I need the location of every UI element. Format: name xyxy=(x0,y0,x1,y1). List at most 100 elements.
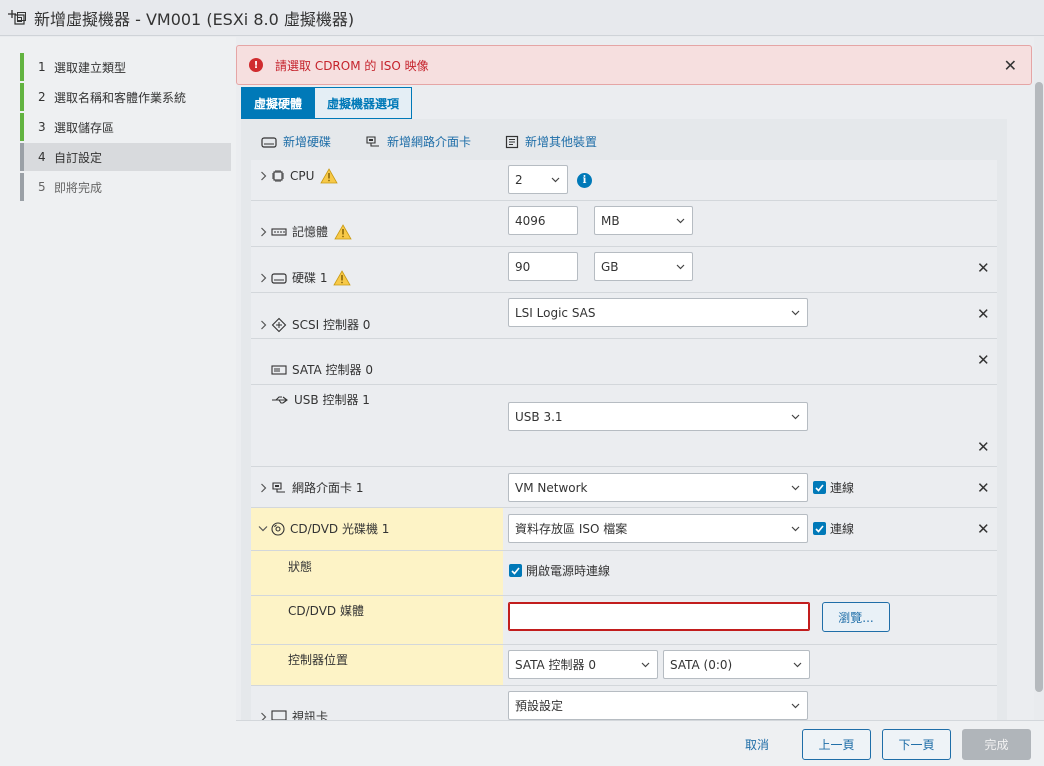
cpu-select[interactable]: 2 xyxy=(508,165,568,194)
finish-button: 完成 xyxy=(962,729,1031,760)
chevron-down-icon xyxy=(791,410,800,424)
remove-usb-icon[interactable]: ✕ xyxy=(977,438,990,456)
disk-size-input[interactable]: 90 xyxy=(508,252,578,281)
chevron-down-icon xyxy=(791,306,800,320)
remove-sata-icon[interactable]: ✕ xyxy=(977,351,990,369)
remove-nic-icon[interactable]: ✕ xyxy=(977,479,990,497)
add-vm-icon xyxy=(6,8,28,28)
disk-unit-value: GB xyxy=(601,259,619,274)
tab-bar: 虛擬硬體 虛擬機器選項 xyxy=(241,87,413,119)
device-icon xyxy=(505,135,519,149)
row-cdrom-status: 狀態 開啟電源時連線 xyxy=(251,551,997,596)
cdrom-connect-label: 連線 xyxy=(830,522,855,536)
checkmark-icon xyxy=(813,522,826,535)
nic-connect-checkbox[interactable]: 連線 xyxy=(813,479,854,496)
chevron-right-icon[interactable] xyxy=(257,227,269,237)
usb-icon xyxy=(271,395,289,405)
video-settings-value: 預設設定 xyxy=(515,699,564,713)
power-on-connect-checkbox[interactable]: 開啟電源時連線 xyxy=(509,562,610,579)
title-bar: 新增虛擬機器 - VM001 (ESXi 8.0 虛擬機器) xyxy=(0,0,1044,36)
cdrom-label: CD/DVD 光碟機 1 xyxy=(290,522,390,536)
step-3[interactable]: 3 選取儲存區 xyxy=(20,113,231,141)
chevron-right-icon[interactable] xyxy=(257,171,269,181)
add-nic-button[interactable]: 新增網路介面卡 xyxy=(365,133,471,150)
row-disk: 硬碟 1 90 GB ✕ xyxy=(251,247,997,293)
step-number: 4 xyxy=(38,150,46,164)
chevron-down-icon xyxy=(676,260,685,274)
row-cpu: CPU 2 i xyxy=(251,160,997,201)
next-button[interactable]: 下一頁 xyxy=(882,729,951,760)
add-other-device-button[interactable]: 新增其他裝置 xyxy=(505,133,597,150)
usb-type-select[interactable]: USB 3.1 xyxy=(508,402,808,431)
memory-unit-select[interactable]: MB xyxy=(594,206,693,235)
checkmark-icon xyxy=(813,481,826,494)
row-cdrom: CD/DVD 光碟機 1 資料存放區 ISO 檔案 連線 ✕ xyxy=(251,508,997,551)
chevron-down-icon[interactable] xyxy=(257,525,269,532)
cancel-button[interactable]: 取消 xyxy=(730,729,784,760)
power-on-connect-label: 開啟電源時連線 xyxy=(526,564,611,578)
nic-connect-label: 連線 xyxy=(830,481,855,495)
remove-cdrom-icon[interactable]: ✕ xyxy=(977,520,990,538)
remove-scsi-icon[interactable]: ✕ xyxy=(977,305,990,323)
memory-unit-value: MB xyxy=(601,213,620,228)
chevron-right-icon[interactable] xyxy=(257,320,269,330)
cd-slot-select[interactable]: SATA (0:0) xyxy=(663,650,810,679)
error-icon: ! xyxy=(249,58,263,72)
step-5: 5 即將完成 xyxy=(20,173,231,201)
chevron-down-icon xyxy=(791,481,800,495)
scrollbar-thumb[interactable] xyxy=(1035,82,1043,692)
hardware-content: 新增硬碟 新增網路介面卡 新增其他裝置 CPU 2 i 記憶體 4096 MB … xyxy=(241,119,1007,720)
step-label: 選取名稱和客體作業系統 xyxy=(54,90,187,105)
row-memory: 記憶體 4096 MB xyxy=(251,201,997,247)
chevron-down-icon xyxy=(791,522,800,536)
window-title: 新增虛擬機器 - VM001 (ESXi 8.0 虛擬機器) xyxy=(34,9,355,29)
row-cdrom-controller: 控制器位置 SATA 控制器 0 SATA (0:0) xyxy=(251,645,997,686)
step-number: 3 xyxy=(38,120,46,134)
memory-input[interactable]: 4096 xyxy=(508,206,578,235)
disk-label: 硬碟 1 xyxy=(292,271,328,285)
info-icon[interactable]: i xyxy=(577,173,592,188)
cdrom-type-select[interactable]: 資料存放區 ISO 檔案 xyxy=(508,514,808,543)
back-button[interactable]: 上一頁 xyxy=(802,729,871,760)
video-label: 視訊卡 xyxy=(292,710,329,720)
scsi-type-select[interactable]: LSI Logic SAS xyxy=(508,298,808,327)
tab-vm-options[interactable]: 虛擬機器選項 xyxy=(314,87,413,119)
cd-media-input[interactable] xyxy=(508,602,810,631)
memory-label: 記憶體 xyxy=(292,225,329,239)
chevron-down-icon xyxy=(641,658,650,672)
network-select[interactable]: VM Network xyxy=(508,473,808,502)
add-disk-button[interactable]: 新增硬碟 xyxy=(261,133,331,150)
row-nic: 網路介面卡 1 VM Network 連線 ✕ xyxy=(251,467,997,508)
media-label: CD/DVD 媒體 xyxy=(288,604,364,618)
chevron-right-icon[interactable] xyxy=(257,483,269,493)
step-2[interactable]: 2 選取名稱和客體作業系統 xyxy=(20,83,231,111)
step-number: 5 xyxy=(38,180,46,194)
cpu-icon xyxy=(271,169,285,183)
video-settings-select[interactable]: 預設設定 xyxy=(508,691,808,720)
network-value: VM Network xyxy=(515,480,588,495)
alert-close-icon[interactable]: ✕ xyxy=(1004,56,1017,75)
chevron-right-icon[interactable] xyxy=(257,712,269,720)
step-label: 即將完成 xyxy=(54,180,103,195)
disk-unit-select[interactable]: GB xyxy=(594,252,693,281)
tab-virtual-hardware[interactable]: 虛擬硬體 xyxy=(241,87,316,119)
disk-icon xyxy=(271,272,287,284)
chevron-down-icon xyxy=(551,173,560,187)
memory-icon xyxy=(271,227,287,237)
step-label: 選取儲存區 xyxy=(54,120,115,135)
add-disk-label: 新增硬碟 xyxy=(283,135,332,149)
main-panel: ! 請選取 CDROM 的 ISO 映像 ✕ 虛擬硬體 虛擬機器選項 新增硬碟 … xyxy=(236,37,1034,720)
cdrom-connect-checkbox[interactable]: 連線 xyxy=(813,520,854,537)
row-cdrom-media: CD/DVD 媒體 瀏覽... xyxy=(251,596,997,645)
nic-icon xyxy=(271,481,287,494)
usb-label: USB 控制器 1 xyxy=(294,393,370,407)
warning-icon xyxy=(320,168,339,184)
browse-button[interactable]: 瀏覽... xyxy=(822,602,890,632)
remove-disk-icon[interactable]: ✕ xyxy=(977,259,990,277)
step-number: 1 xyxy=(38,60,46,74)
chevron-right-icon[interactable] xyxy=(257,273,269,283)
step-1[interactable]: 1 選取建立類型 xyxy=(20,53,231,81)
cd-controller-select[interactable]: SATA 控制器 0 xyxy=(508,650,658,679)
cdrom-type-value: 資料存放區 ISO 檔案 xyxy=(515,522,628,536)
step-4[interactable]: 4 自訂設定 xyxy=(20,143,231,171)
